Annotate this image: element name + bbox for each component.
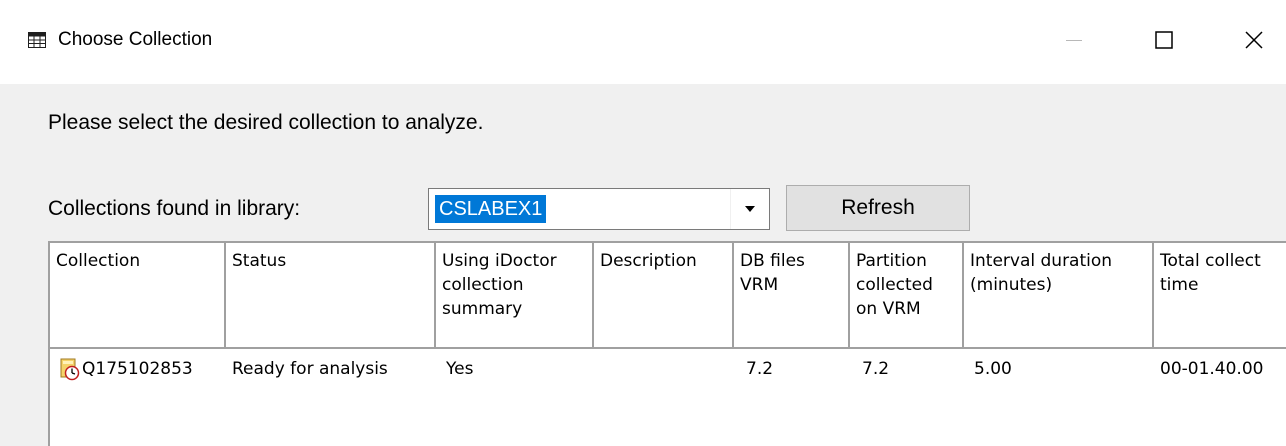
cell-status: Ready for analysis [232, 359, 388, 379]
cell-total-time: 00-01.40.00 [1160, 359, 1264, 379]
minimize-icon [1066, 39, 1082, 41]
close-icon [1245, 31, 1263, 49]
minimize-button[interactable] [1042, 18, 1106, 62]
cell-collection: Q175102853 [82, 359, 193, 379]
table-header: Collection Status Using iDoctor collecti… [50, 243, 1286, 349]
column-header-db-vrm[interactable]: DB files VRM [734, 243, 850, 347]
column-header-total-time[interactable]: Total collect time [1154, 243, 1286, 347]
maximize-button[interactable] [1132, 18, 1196, 62]
library-selected-value: CSLABEX1 [435, 195, 547, 223]
library-label: Collections found in library: [48, 197, 301, 220]
refresh-button[interactable]: Refresh [786, 185, 970, 231]
cell-partition-vrm: 7.2 [862, 359, 890, 379]
maximize-icon [1155, 31, 1173, 49]
dropdown-arrow-button[interactable] [730, 189, 769, 229]
column-header-partition-vrm[interactable]: Partition collected on VRM [850, 243, 964, 347]
collection-timer-icon [60, 358, 80, 381]
collections-table[interactable]: Collection Status Using iDoctor collecti… [48, 241, 1286, 446]
column-header-description[interactable]: Description [594, 243, 734, 347]
cell-db-vrm: 7.2 [746, 359, 774, 379]
instruction-text: Please select the desired collection to … [48, 111, 484, 134]
column-header-status[interactable]: Status [226, 243, 436, 347]
library-dropdown[interactable]: CSLABEX1 [428, 188, 770, 230]
cell-interval: 5.00 [974, 359, 1012, 379]
column-header-collection[interactable]: Collection [50, 243, 226, 347]
cell-using-summary: Yes [446, 359, 474, 379]
grid-icon [28, 32, 46, 48]
close-button[interactable] [1222, 18, 1286, 62]
column-header-interval[interactable]: Interval duration (minutes) [964, 243, 1154, 347]
title-bar: Choose Collection [0, 0, 1286, 84]
column-header-using-summary[interactable]: Using iDoctor collection summary [436, 243, 594, 347]
chevron-down-icon [745, 206, 755, 212]
window-title: Choose Collection [58, 29, 213, 50]
table-row[interactable]: Q175102853 Ready for analysis Yes 7.2 7.… [50, 349, 1286, 389]
